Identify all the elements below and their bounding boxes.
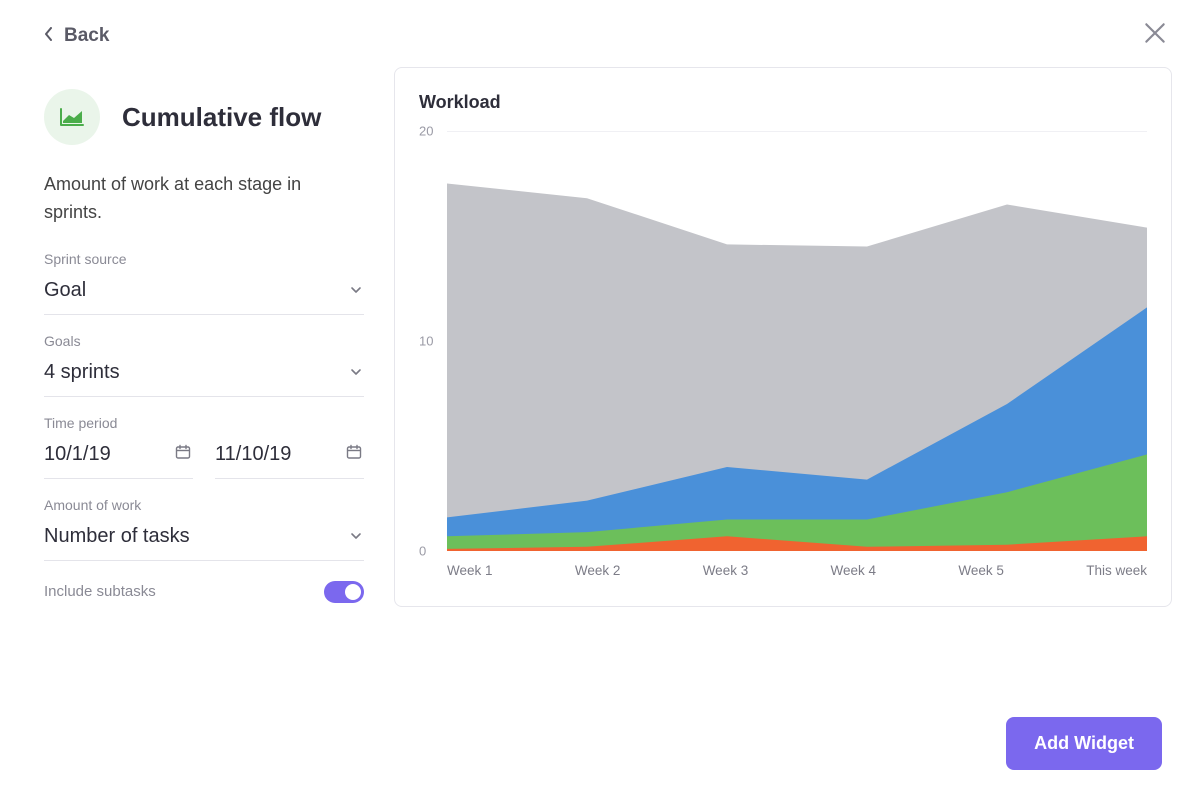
add-widget-button[interactable]: Add Widget bbox=[1006, 717, 1162, 770]
calendar-icon bbox=[175, 443, 191, 466]
close-button[interactable] bbox=[1142, 20, 1168, 51]
chart-x-labels: Week 1 Week 2 Week 3 Week 4 Week 5 This week bbox=[447, 563, 1147, 578]
sprint-source-select[interactable]: Goal bbox=[44, 275, 364, 315]
cumulative-flow-icon bbox=[44, 89, 100, 145]
page-title: Cumulative flow bbox=[122, 102, 321, 133]
date-from-value: 10/1/19 bbox=[44, 443, 111, 466]
chevron-down-icon bbox=[350, 279, 362, 302]
chart-x-tick: Week 1 bbox=[447, 563, 493, 578]
chart-area: 01020 bbox=[419, 131, 1147, 551]
amount-of-work-label: Amount of work bbox=[44, 497, 364, 513]
chevron-down-icon bbox=[350, 361, 362, 384]
date-to-input[interactable]: 11/10/19 bbox=[215, 439, 364, 479]
date-to-value: 11/10/19 bbox=[215, 443, 291, 466]
config-panel: Cumulative flow Amount of work at each s… bbox=[44, 67, 364, 607]
chart-x-tick: Week 4 bbox=[831, 563, 877, 578]
add-widget-label: Add Widget bbox=[1034, 733, 1134, 753]
close-icon bbox=[1142, 33, 1168, 50]
back-label: Back bbox=[64, 25, 109, 47]
goals-value: 4 sprints bbox=[44, 361, 120, 384]
include-subtasks-toggle[interactable] bbox=[324, 581, 364, 603]
chevron-left-icon bbox=[44, 25, 54, 47]
time-period-label: Time period bbox=[44, 415, 364, 431]
page-description: Amount of work at each stage in sprints. bbox=[44, 171, 364, 227]
chart-card: Workload 01020 Week 1Week 2Week 3Week 4W… bbox=[394, 67, 1172, 607]
sprint-source-value: Goal bbox=[44, 279, 86, 302]
goals-select[interactable]: 4 sprints bbox=[44, 357, 364, 397]
chart-x-tick: This week bbox=[1086, 563, 1147, 578]
chart-x-tick: Week 5 bbox=[958, 563, 1004, 578]
chart-x-tick: Week 3 bbox=[703, 563, 749, 578]
chart-y-tick: 0 bbox=[419, 544, 426, 559]
chart-y-tick: 20 bbox=[419, 124, 433, 139]
chart-y-tick: 10 bbox=[419, 334, 433, 349]
amount-of-work-select[interactable]: Number of tasks bbox=[44, 521, 364, 561]
chart-x-tick: Week 2 bbox=[575, 563, 621, 578]
chart-title: Workload bbox=[419, 92, 1147, 113]
goals-label: Goals bbox=[44, 333, 364, 349]
include-subtasks-label: Include subtasks bbox=[44, 583, 156, 600]
sprint-source-label: Sprint source bbox=[44, 251, 364, 267]
date-from-input[interactable]: 10/1/19 bbox=[44, 439, 193, 479]
chevron-down-icon bbox=[350, 525, 362, 548]
calendar-icon bbox=[346, 443, 362, 466]
amount-of-work-value: Number of tasks bbox=[44, 525, 190, 548]
back-button[interactable]: Back bbox=[44, 25, 109, 47]
